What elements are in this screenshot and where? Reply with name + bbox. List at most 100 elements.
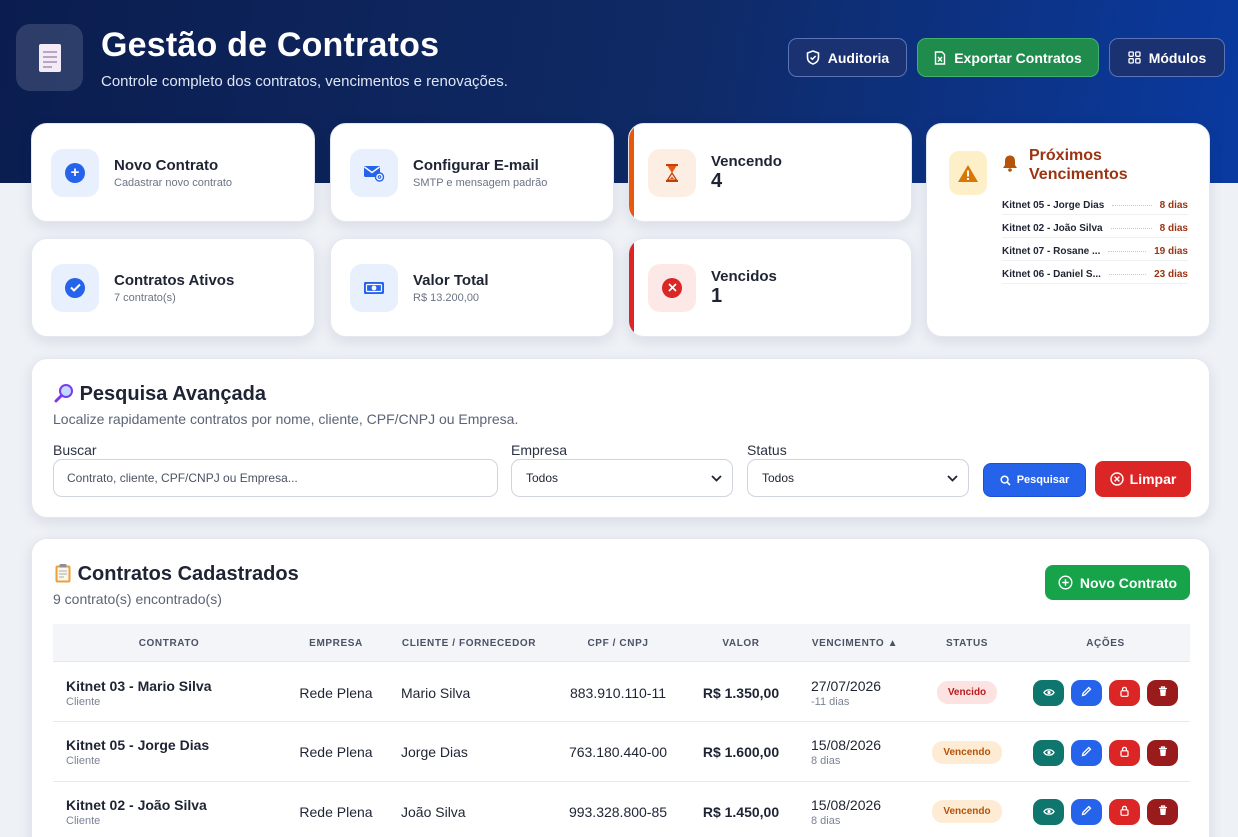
active-contracts-count: 7 contrato(s) xyxy=(114,291,176,304)
column-status[interactable]: STATUS xyxy=(913,624,1021,662)
due-date-cell: 15/08/2026 8 dias xyxy=(811,723,911,782)
column-due-date[interactable]: VENCIMENTO ▲ xyxy=(797,624,913,662)
expired-card-accent xyxy=(629,239,634,336)
column-cpf[interactable]: CPF / CNPJ xyxy=(551,624,685,662)
status-badge: Vencido xyxy=(936,681,998,704)
expired-card-title: Vencidos xyxy=(711,267,777,285)
due-date: 15/08/2026 xyxy=(811,737,882,753)
advanced-search-title: Pesquisa Avançada xyxy=(79,383,266,405)
pencil-icon xyxy=(1081,744,1092,762)
email-config-card[interactable]: Configurar E-mail SMTP e mensagem padrão xyxy=(330,123,614,222)
client-cell: Mario Silva xyxy=(401,684,471,701)
table-header: CONTRATO EMPRESA CLIENTE / FORNECEDOR CP… xyxy=(53,624,1190,662)
status-cell: Vencendo xyxy=(913,723,1021,782)
email-config-card-subtitle: SMTP e mensagem padrão xyxy=(413,176,548,189)
document-icon xyxy=(16,24,83,91)
edit-button[interactable] xyxy=(1071,799,1102,825)
new-contract-card-title: Novo Contrato xyxy=(114,156,219,174)
page-title: Gestão de Contratos xyxy=(101,26,440,64)
column-client[interactable]: CLIENTE / FORNECEDOR xyxy=(387,624,551,662)
value-cell: R$ 1.350,00 xyxy=(702,684,780,701)
lock-icon xyxy=(1120,744,1129,762)
audit-button[interactable]: Auditoria xyxy=(788,38,907,77)
column-contract[interactable]: CONTRATO xyxy=(53,624,285,662)
lock-button[interactable] xyxy=(1109,739,1140,766)
table-row[interactable]: Kitnet 05 - Jorge Dias Cliente Rede Plena J… xyxy=(53,723,1190,782)
status-badge: Vencendo xyxy=(932,800,1002,823)
expired-card[interactable]: Vencidos 1 xyxy=(628,238,912,337)
table-row[interactable]: Kitnet 03 - Mario Silva Cliente Rede Plena… xyxy=(53,663,1190,722)
contract-type: Cliente xyxy=(66,695,101,708)
magnifier-icon xyxy=(54,383,80,405)
company-select[interactable]: Todos xyxy=(511,459,733,497)
due-date: 15/08/2026 xyxy=(811,796,882,813)
status-label: Status xyxy=(747,442,787,458)
column-value[interactable]: VALOR xyxy=(685,624,797,662)
upcoming-item[interactable]: Kitnet 05 - Jorge Dias 8 dias xyxy=(1002,197,1188,215)
export-contracts-button[interactable]: Exportar Contratos xyxy=(917,38,1099,77)
contracts-count: 9 contrato(s) encontrado(s) xyxy=(53,591,222,607)
view-button[interactable] xyxy=(1033,799,1064,825)
upcoming-item[interactable]: Kitnet 06 - Daniel S... 23 dias xyxy=(1002,266,1188,284)
column-company[interactable]: EMPRESA xyxy=(285,624,387,662)
days-remaining: -11 dias xyxy=(811,695,850,708)
plus-circle-icon xyxy=(1058,575,1073,590)
search-button-label: Pesquisar xyxy=(1016,474,1070,486)
new-contract-button-label: Novo Contrato xyxy=(1079,574,1178,591)
due-date-cell: 15/08/2026 8 dias xyxy=(811,782,911,837)
modules-button[interactable]: Módulos xyxy=(1109,38,1225,77)
advanced-search-panel: Pesquisa Avançada Localize rapidamente c… xyxy=(31,358,1210,518)
contracts-title: Contratos Cadastrados xyxy=(77,563,299,585)
client-cell: Jorge Dias xyxy=(401,744,468,760)
status-select[interactable]: Todos xyxy=(747,459,969,497)
expiring-card[interactable]: Vencendo 4 xyxy=(628,123,912,222)
x-circle-icon xyxy=(1109,472,1124,486)
active-contracts-card[interactable]: Contratos Ativos 7 contrato(s) xyxy=(31,238,315,337)
plus-circle-icon: + xyxy=(51,148,99,197)
clear-button[interactable]: Limpar xyxy=(1095,461,1191,497)
new-contract-button[interactable]: Novo Contrato xyxy=(1045,565,1190,600)
lock-button[interactable] xyxy=(1109,680,1140,706)
hourglass-icon xyxy=(648,148,696,197)
view-button[interactable] xyxy=(1033,680,1064,706)
row-actions xyxy=(1033,739,1178,766)
search-label: Buscar xyxy=(53,442,97,458)
lock-button[interactable] xyxy=(1109,799,1140,825)
edit-button[interactable] xyxy=(1071,680,1102,706)
lock-icon xyxy=(1120,684,1129,702)
cpf-cell: 993.328.800-85 xyxy=(568,803,668,820)
total-value-card[interactable]: Valor Total R$ 13.200,00 xyxy=(330,238,614,337)
cpf-cell: 763.180.440-00 xyxy=(568,744,668,760)
export-button-label: Exportar Contratos xyxy=(954,49,1082,66)
search-input[interactable]: Contrato, cliente, CPF/CNPJ ou Empresa..… xyxy=(53,459,498,497)
table-row[interactable]: Kitnet 02 - João Silva Cliente Rede Plena J… xyxy=(53,782,1190,837)
search-icon xyxy=(1000,474,1011,486)
days-remaining: 8 dias xyxy=(811,755,841,767)
cpf-cell: 883.910.110-11 xyxy=(569,684,666,701)
upcoming-item[interactable]: Kitnet 07 - Rosane ... 19 dias xyxy=(1002,243,1188,261)
new-contract-card-subtitle: Cadastrar novo contrato xyxy=(114,176,233,189)
days-remaining: 8 dias xyxy=(811,814,841,827)
clear-button-label: Limpar xyxy=(1129,471,1177,487)
due-date-cell: 27/07/2026 -11 dias xyxy=(811,663,911,722)
delete-button[interactable] xyxy=(1147,680,1178,706)
audit-button-label: Auditoria xyxy=(827,49,890,66)
eye-icon xyxy=(1042,744,1055,762)
view-button[interactable] xyxy=(1033,739,1064,766)
chevron-down-icon xyxy=(711,474,722,482)
upcoming-expirations-card: Próximos Vencimentos Kitnet 05 - Jorge D… xyxy=(926,123,1210,337)
edit-button[interactable] xyxy=(1071,739,1102,766)
company-cell: Rede Plena xyxy=(299,744,373,760)
delete-button[interactable] xyxy=(1147,799,1178,825)
status-select-value: Todos xyxy=(762,471,795,485)
check-circle-icon xyxy=(51,263,99,312)
status-cell: Vencendo xyxy=(913,782,1021,837)
row-actions xyxy=(1033,680,1178,706)
contract-name: Kitnet 03 - Mario Silva xyxy=(66,677,212,694)
new-contract-card[interactable]: + Novo Contrato Cadastrar novo contrato xyxy=(31,123,315,222)
delete-button[interactable] xyxy=(1147,739,1178,766)
search-button[interactable]: Pesquisar xyxy=(983,463,1086,497)
total-value-title: Valor Total xyxy=(413,271,489,289)
contract-type: Cliente xyxy=(66,814,101,827)
upcoming-item[interactable]: Kitnet 02 - João Silva 8 dias xyxy=(1002,220,1188,238)
